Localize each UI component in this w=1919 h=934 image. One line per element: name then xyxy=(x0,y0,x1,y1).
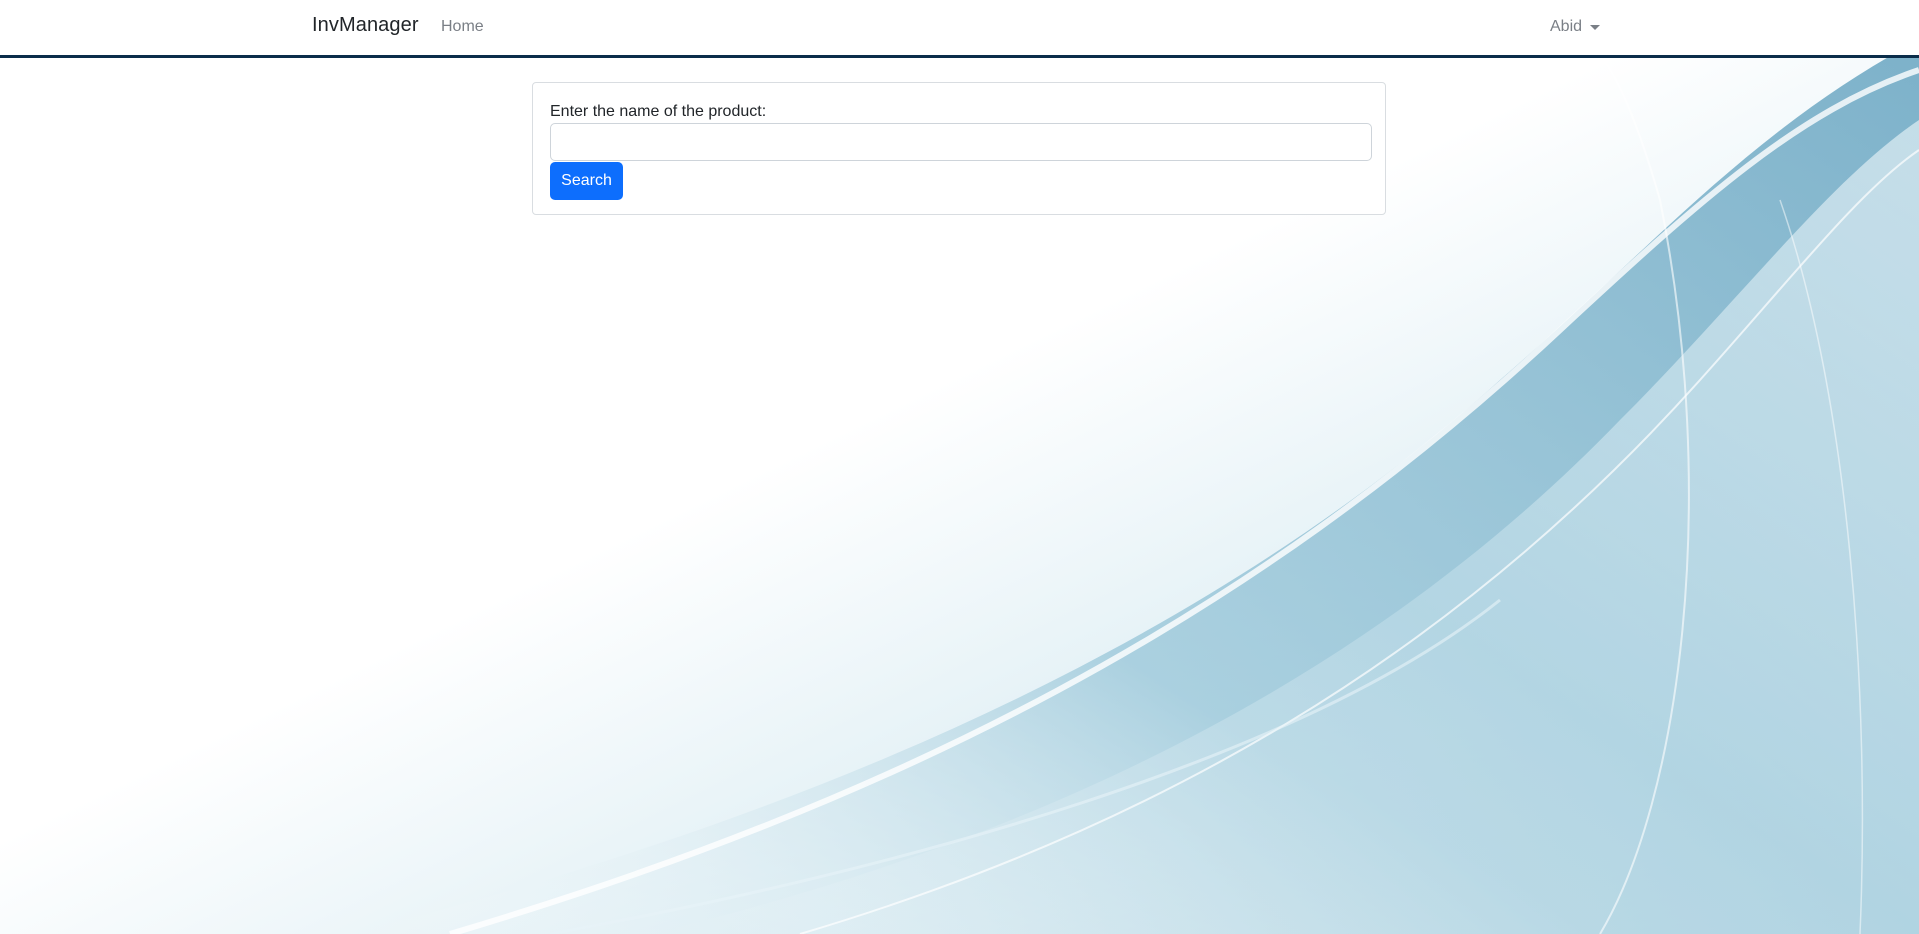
product-search-input[interactable] xyxy=(550,123,1372,161)
search-button[interactable]: Search xyxy=(550,162,623,200)
top-navbar: InvManager Home Abid xyxy=(0,0,1919,58)
brand-link[interactable]: InvManager xyxy=(312,14,419,37)
search-card: Enter the name of the product: Search xyxy=(532,82,1386,215)
user-dropdown[interactable]: Abid xyxy=(1550,18,1601,36)
product-name-label: Enter the name of the product: xyxy=(550,103,767,120)
chevron-down-icon xyxy=(1590,24,1601,30)
nav-link-home[interactable]: Home xyxy=(441,18,484,36)
user-name-label: Abid xyxy=(1550,18,1583,35)
